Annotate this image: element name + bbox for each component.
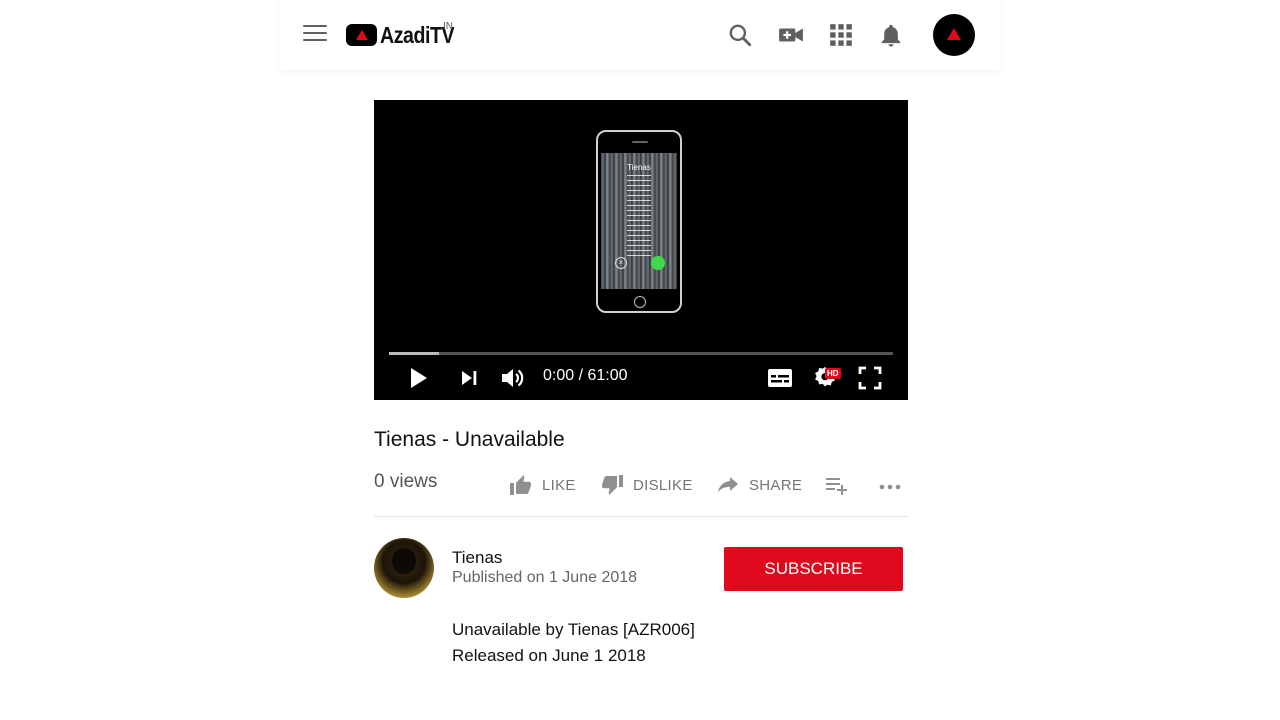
next-icon[interactable] (455, 364, 483, 392)
region-label: IN (443, 21, 453, 32)
share-arrow-icon (716, 473, 740, 497)
progress-buffered (389, 352, 440, 355)
thumbs-down-icon (600, 473, 624, 497)
share-button[interactable]: SHARE (716, 472, 802, 498)
description-line: Released on June 1 2018 (452, 646, 646, 665)
add-to-playlist-icon (825, 473, 849, 497)
fullscreen-icon[interactable] (856, 364, 884, 392)
hd-badge: HD (825, 368, 841, 379)
phone-text-lines (627, 175, 651, 260)
section-divider (374, 516, 908, 517)
subtitles-icon[interactable] (766, 364, 794, 392)
share-label: SHARE (749, 476, 803, 494)
channel-name[interactable]: Tienas (452, 548, 502, 568)
logo[interactable]: AzadiTV IN (346, 20, 467, 50)
accept-call-icon (651, 256, 665, 270)
channel-avatar[interactable] (374, 538, 434, 598)
phone-caller-name: Tienas (627, 163, 651, 172)
search-icon[interactable] (727, 22, 753, 48)
like-button[interactable]: LIKE (509, 472, 576, 498)
progress-bar[interactable] (389, 352, 893, 355)
account-avatar[interactable] (933, 14, 975, 56)
thumbs-up-icon (509, 473, 533, 497)
video-frame-phone-image: Tienas × (596, 130, 682, 313)
time-display: 0:00 / 61:00 (543, 367, 628, 384)
bell-icon[interactable] (878, 22, 904, 48)
phone-screen: Tienas × (601, 153, 677, 289)
more-icon (878, 473, 902, 497)
video-camera-add-icon[interactable] (778, 22, 804, 48)
more-actions-button[interactable] (878, 472, 902, 498)
apps-grid-icon[interactable] (828, 22, 854, 48)
phone-speaker (632, 141, 648, 143)
description-line: Unavailable by Tienas [AZR006] (452, 620, 695, 639)
volume-icon[interactable] (499, 364, 527, 392)
top-app-bar: AzadiTV IN (280, 0, 1000, 70)
publish-date: Published on 1 June 2018 (452, 569, 638, 586)
logo-mark-icon (346, 24, 377, 46)
menu-icon[interactable] (303, 25, 327, 45)
decline-call-icon: × (615, 257, 627, 269)
video-title: Tienas - Unavailable (374, 428, 565, 451)
add-to-playlist-button[interactable] (825, 472, 849, 498)
subscribe-button[interactable]: SUBSCRIBE (724, 547, 903, 591)
dislike-button[interactable]: DISLIKE (600, 472, 693, 498)
video-description: Unavailable by Tienas [AZR006] Released … (452, 617, 695, 669)
view-count: 0 views (374, 471, 438, 492)
dislike-label: DISLIKE (633, 476, 693, 494)
phone-home-button (634, 296, 646, 308)
like-label: LIKE (542, 476, 576, 494)
play-icon[interactable] (404, 364, 432, 392)
video-player[interactable]: Tienas × 0:00 / 61:00 HD (374, 100, 908, 400)
